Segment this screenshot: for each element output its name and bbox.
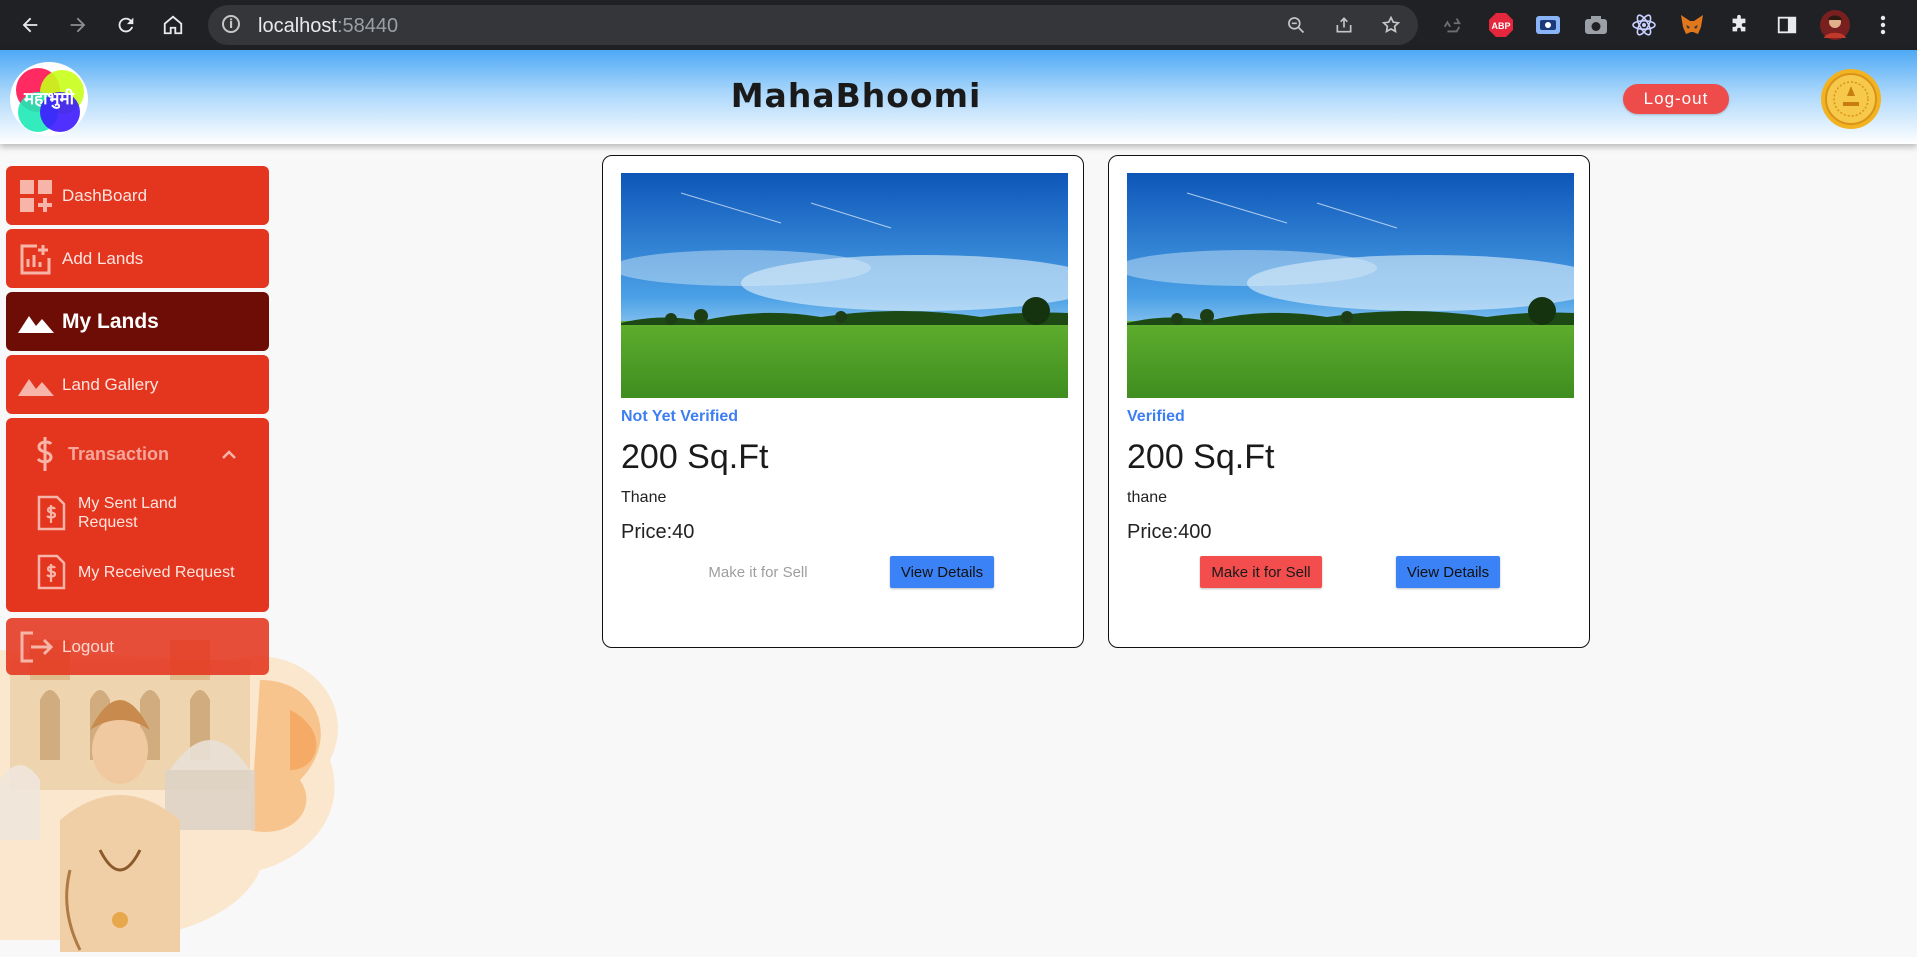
reload-icon[interactable] (110, 9, 142, 41)
transaction-label: Transaction (68, 443, 170, 464)
chevron-up-icon[interactable] (220, 446, 238, 464)
land-city: thane (1127, 489, 1168, 506)
receipt-dollar-icon (37, 554, 66, 590)
state-emblem (1818, 68, 1884, 130)
dashboard-icon (18, 178, 54, 214)
landscape-icon (18, 304, 54, 340)
sidebar-subitem-label: My Sent Land Request (78, 495, 177, 531)
land-area: 200 Sq.Ft (621, 438, 769, 476)
url-text[interactable]: localhost:58440 (258, 15, 398, 38)
land-city: Thane (621, 489, 667, 506)
land-photo (621, 173, 1068, 398)
app-header: महाभुमी MahaBhoomi Log-out (0, 50, 1917, 144)
zoom-icon[interactable] (1282, 11, 1310, 39)
share-icon[interactable] (1330, 11, 1358, 39)
menu-icon[interactable] (1868, 10, 1898, 40)
screen-icon[interactable] (1533, 10, 1563, 40)
sidepanel-icon[interactable] (1772, 10, 1802, 40)
home-icon[interactable] (157, 9, 189, 41)
sidebar-item-label: Add Lands (62, 248, 144, 268)
sidebar-group-transaction: Transaction My Sent Land Request My Rece… (6, 418, 269, 612)
view-details-button[interactable]: View Details (1396, 556, 1500, 588)
react-icon[interactable] (1629, 10, 1659, 40)
forward-icon[interactable] (62, 9, 94, 41)
sidebar-item-land-gallery[interactable]: Land Gallery (6, 355, 269, 414)
url-port: :58440 (336, 15, 399, 37)
view-details-button[interactable]: View Details (890, 556, 994, 588)
star-icon[interactable] (1377, 11, 1405, 39)
land-card: Not Yet Verified 200 Sq.Ft Thane Price:4… (602, 155, 1084, 648)
camera-icon[interactable] (1581, 10, 1611, 40)
dollar-icon (36, 437, 53, 471)
app-title: MahaBhoomi (730, 76, 982, 115)
profile-avatar[interactable] (1820, 10, 1850, 40)
verification-status: Verified (1127, 408, 1185, 425)
sidebar-subitem-sent-request[interactable]: My Sent Land Request (36, 494, 256, 532)
make-for-sell-button[interactable]: Make it for Sell (1200, 556, 1322, 588)
back-icon[interactable] (14, 9, 46, 41)
browser-toolbar: i localhost:58440 ABP (0, 0, 1917, 50)
sidebar-item-label: Land Gallery (62, 374, 159, 394)
url-host: localhost (258, 15, 337, 37)
verification-status: Not Yet Verified (621, 408, 739, 425)
land-price: Price:40 (621, 521, 695, 543)
make-for-sell-button[interactable]: Make it for Sell (697, 556, 819, 588)
receipt-dollar-icon (37, 495, 66, 531)
land-price: Price:400 (1127, 521, 1212, 543)
address-bar[interactable]: i localhost:58440 (208, 5, 1418, 45)
sidebar-item-dashboard[interactable]: DashBoard (6, 166, 269, 225)
puzzle-icon[interactable] (1724, 10, 1754, 40)
abp-icon[interactable]: ABP (1486, 10, 1516, 40)
landscape-icon (18, 367, 54, 403)
sidebar-item-label: DashBoard (62, 185, 148, 205)
sidebar-item-add-lands[interactable]: Add Lands (6, 229, 269, 288)
land-area: 200 Sq.Ft (1127, 438, 1275, 476)
land-photo (1127, 173, 1574, 398)
sidebar-item-label: Logout (62, 636, 114, 656)
land-card: Verified 200 Sq.Ft thane Price:400 Make … (1108, 155, 1590, 648)
info-icon[interactable]: i (222, 15, 240, 33)
svg-text:ABP: ABP (1491, 21, 1510, 31)
header-logout-button[interactable]: Log-out (1623, 84, 1729, 114)
recycle-icon[interactable] (1437, 10, 1467, 40)
sidebar-item-label: My Lands (62, 309, 159, 333)
add-chart-icon (18, 241, 54, 277)
logout-icon (18, 629, 54, 665)
sidebar-subitem-label: My Received Request (78, 563, 235, 581)
sidebar-item-my-lands[interactable]: My Lands (6, 292, 269, 351)
metamask-icon[interactable] (1677, 10, 1707, 40)
sidebar-subitem-received-request[interactable]: My Received Request (36, 554, 256, 590)
sidebar-item-logout[interactable]: Logout (6, 618, 269, 675)
